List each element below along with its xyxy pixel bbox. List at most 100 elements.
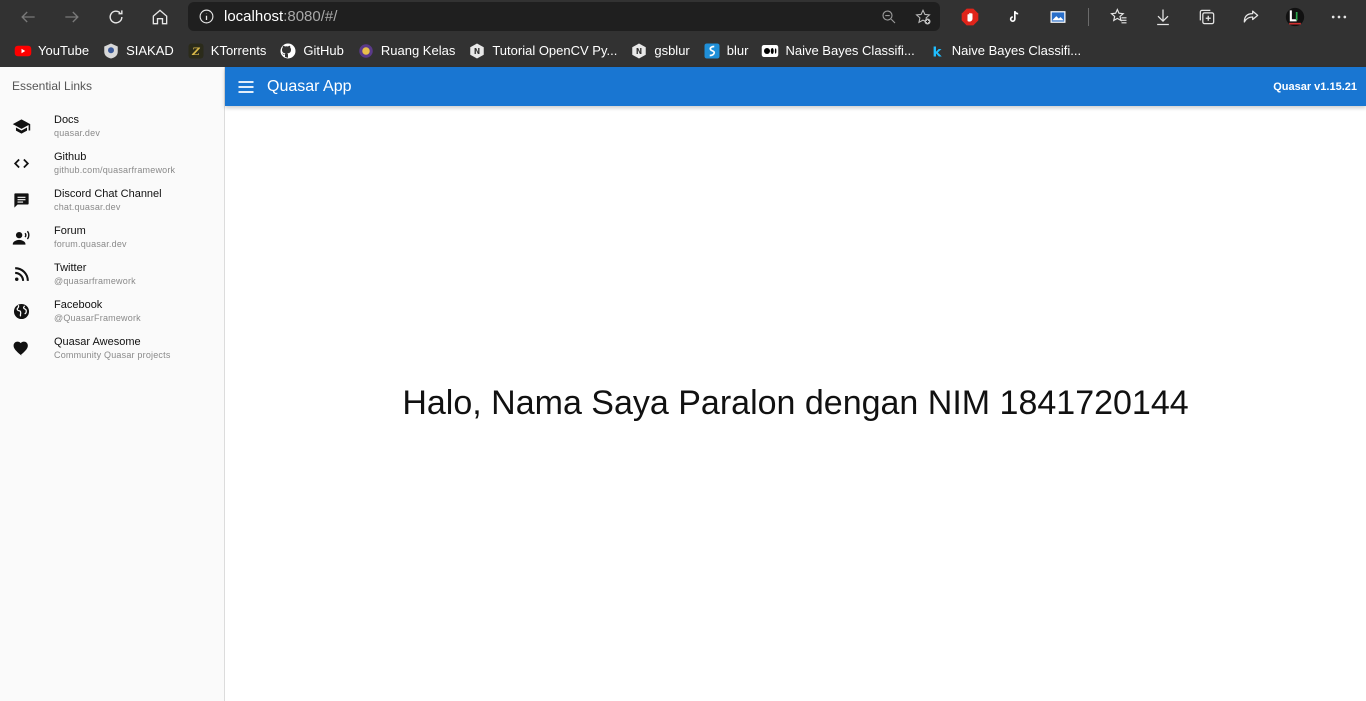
link-caption: quasar.dev [54, 128, 101, 138]
collections-button[interactable] [1185, 0, 1229, 34]
chat-icon [0, 191, 54, 210]
url-text[interactable]: localhost:8080/#/ [224, 8, 872, 25]
back-arrow-icon [21, 11, 35, 23]
svg-text:k: k [932, 44, 942, 60]
youtube-icon [14, 42, 32, 60]
bookmark-naive-bayes-classifi[interactable]: k Naive Bayes Classifi... [922, 37, 1087, 65]
screenshot-extension[interactable] [1036, 0, 1080, 34]
link-caption: Community Quasar projects [54, 350, 171, 360]
menu-icon [238, 80, 254, 93]
bookmark-tutorial-opencv-py[interactable]: N Tutorial OpenCV Py... [462, 37, 623, 65]
downloads-button[interactable] [1141, 0, 1185, 34]
svg-text:Z: Z [191, 45, 200, 57]
link-item-quasar-awesome[interactable]: Quasar Awesome Community Quasar projects [0, 330, 224, 367]
link-title: Twitter [54, 262, 87, 274]
info-icon [199, 9, 213, 24]
bookmark-ktorrents[interactable]: Z KTorrents [181, 37, 273, 65]
toolbar-separator [1088, 8, 1089, 26]
share-button[interactable] [1229, 0, 1273, 34]
link-item-forum[interactable]: Forum forum.quasar.dev [0, 219, 224, 256]
menu-button[interactable] [225, 67, 267, 106]
ktorrents-icon: Z [187, 42, 205, 60]
extensions-area [948, 0, 1361, 34]
kaggle-icon: k [928, 42, 946, 60]
link-caption: @QuasarFramework [54, 313, 141, 323]
page-content: Halo, Nama Saya Paralon dengan NIM 18417… [225, 106, 1366, 701]
url-path: :8080/#/ [283, 8, 338, 25]
link-title: Forum [54, 225, 86, 237]
siakad-icon [102, 42, 120, 60]
bookmark-blur[interactable]: blur [697, 37, 755, 65]
drawer: Essential Links Docs quasar.dev Github gith… [0, 67, 225, 701]
essential-links-list: Docs quasar.dev Github github.com/quasarfra… [0, 108, 224, 367]
opencv-icon: N [468, 42, 486, 60]
bookmark-gsblur[interactable]: Ngsblur [624, 37, 695, 65]
bookmark-ruang-kelas[interactable]: Ruang Kelas [351, 37, 461, 65]
zoom-button[interactable] [872, 8, 906, 26]
favorites-button[interactable] [1097, 0, 1141, 34]
record-voice-icon [0, 228, 54, 247]
bookmark-label: KTorrents [210, 43, 267, 58]
github-icon [279, 42, 297, 60]
add-favorite-button[interactable] [906, 8, 940, 26]
home-icon [152, 9, 168, 25]
bookmark-github[interactable]: GitHub [273, 37, 349, 65]
app-version: Quasar v1.15.21 [1273, 80, 1357, 93]
app-header: Quasar App Quasar v1.15.21 [225, 67, 1366, 106]
forward-arrow-icon [65, 11, 79, 23]
blur-icon [703, 42, 721, 60]
bookmark-label: blur [726, 43, 749, 58]
link-title: Github [54, 151, 87, 163]
link-text: Forum forum.quasar.dev [54, 224, 127, 251]
home-button[interactable] [138, 0, 182, 34]
bookmarks-bar: YouTube SIAKAD Z KTorrents GitHub Ruang Kelas… [0, 34, 1366, 67]
more-horizontal-icon [1331, 15, 1347, 19]
forward-button[interactable] [50, 0, 94, 34]
link-item-facebook[interactable]: Facebook @QuasarFramework [0, 293, 224, 330]
link-item-discord-chat-channel[interactable]: Discord Chat Channel chat.quasar.dev [0, 182, 224, 219]
avatar-icon [1285, 7, 1305, 27]
adblock-extension[interactable] [948, 0, 992, 34]
bookmark-label: gsblur [654, 43, 690, 58]
settings-more-button[interactable] [1317, 0, 1361, 34]
link-text: Docs quasar.dev [54, 113, 100, 140]
link-caption: @quasarframework [54, 276, 136, 286]
link-text: Facebook @QuasarFramework [54, 298, 141, 325]
link-item-twitter[interactable]: Twitter @quasarframework [0, 256, 224, 293]
bookmark-naive-bayes-classifi[interactable]: Naive Bayes Classifi... [755, 37, 920, 65]
reload-button[interactable] [94, 0, 138, 34]
star-add-icon [915, 8, 931, 24]
tiktok-extension[interactable] [992, 0, 1036, 34]
app-title: Quasar App [267, 77, 352, 95]
link-caption: chat.quasar.dev [54, 202, 121, 212]
site-info-button[interactable] [188, 8, 224, 25]
bookmark-siakad[interactable]: SIAKAD [96, 37, 180, 65]
share-icon [1243, 10, 1259, 23]
favorite-icon [0, 339, 54, 358]
bookmark-label: SIAKAD [126, 43, 174, 58]
bookmark-label: Tutorial OpenCV Py... [492, 43, 618, 58]
address-bar[interactable]: localhost:8080/#/ [188, 2, 940, 31]
link-text: Github github.com/quasarframework [54, 150, 175, 177]
bookmark-label: Ruang Kelas [380, 43, 456, 58]
greeting-text: Halo, Nama Saya Paralon dengan NIM 18417… [402, 384, 1189, 422]
link-item-github[interactable]: Github github.com/quasarframework [0, 145, 224, 182]
medium-icon [761, 42, 779, 60]
favorites-icon [1110, 8, 1127, 24]
bookmark-label: GitHub [303, 43, 344, 58]
bookmark-label: Naive Bayes Classifi... [785, 43, 915, 58]
screenshot-icon [1050, 11, 1066, 23]
bookmark-label: YouTube [38, 43, 90, 58]
link-title: Discord Chat Channel [54, 188, 162, 200]
back-button[interactable] [6, 0, 50, 34]
profile-button[interactable] [1273, 0, 1317, 34]
link-item-docs[interactable]: Docs quasar.dev [0, 108, 224, 145]
bookmark-youtube[interactable]: YouTube [8, 37, 95, 65]
drawer-header: Essential Links [12, 79, 93, 93]
svg-text:N: N [636, 47, 642, 56]
browser-toolbar: localhost:8080/#/ [0, 0, 1366, 34]
download-icon [1157, 9, 1169, 26]
link-text: Twitter @quasarframework [54, 261, 136, 288]
reload-icon [109, 10, 123, 24]
link-text: Quasar Awesome Community Quasar projects [54, 335, 171, 362]
